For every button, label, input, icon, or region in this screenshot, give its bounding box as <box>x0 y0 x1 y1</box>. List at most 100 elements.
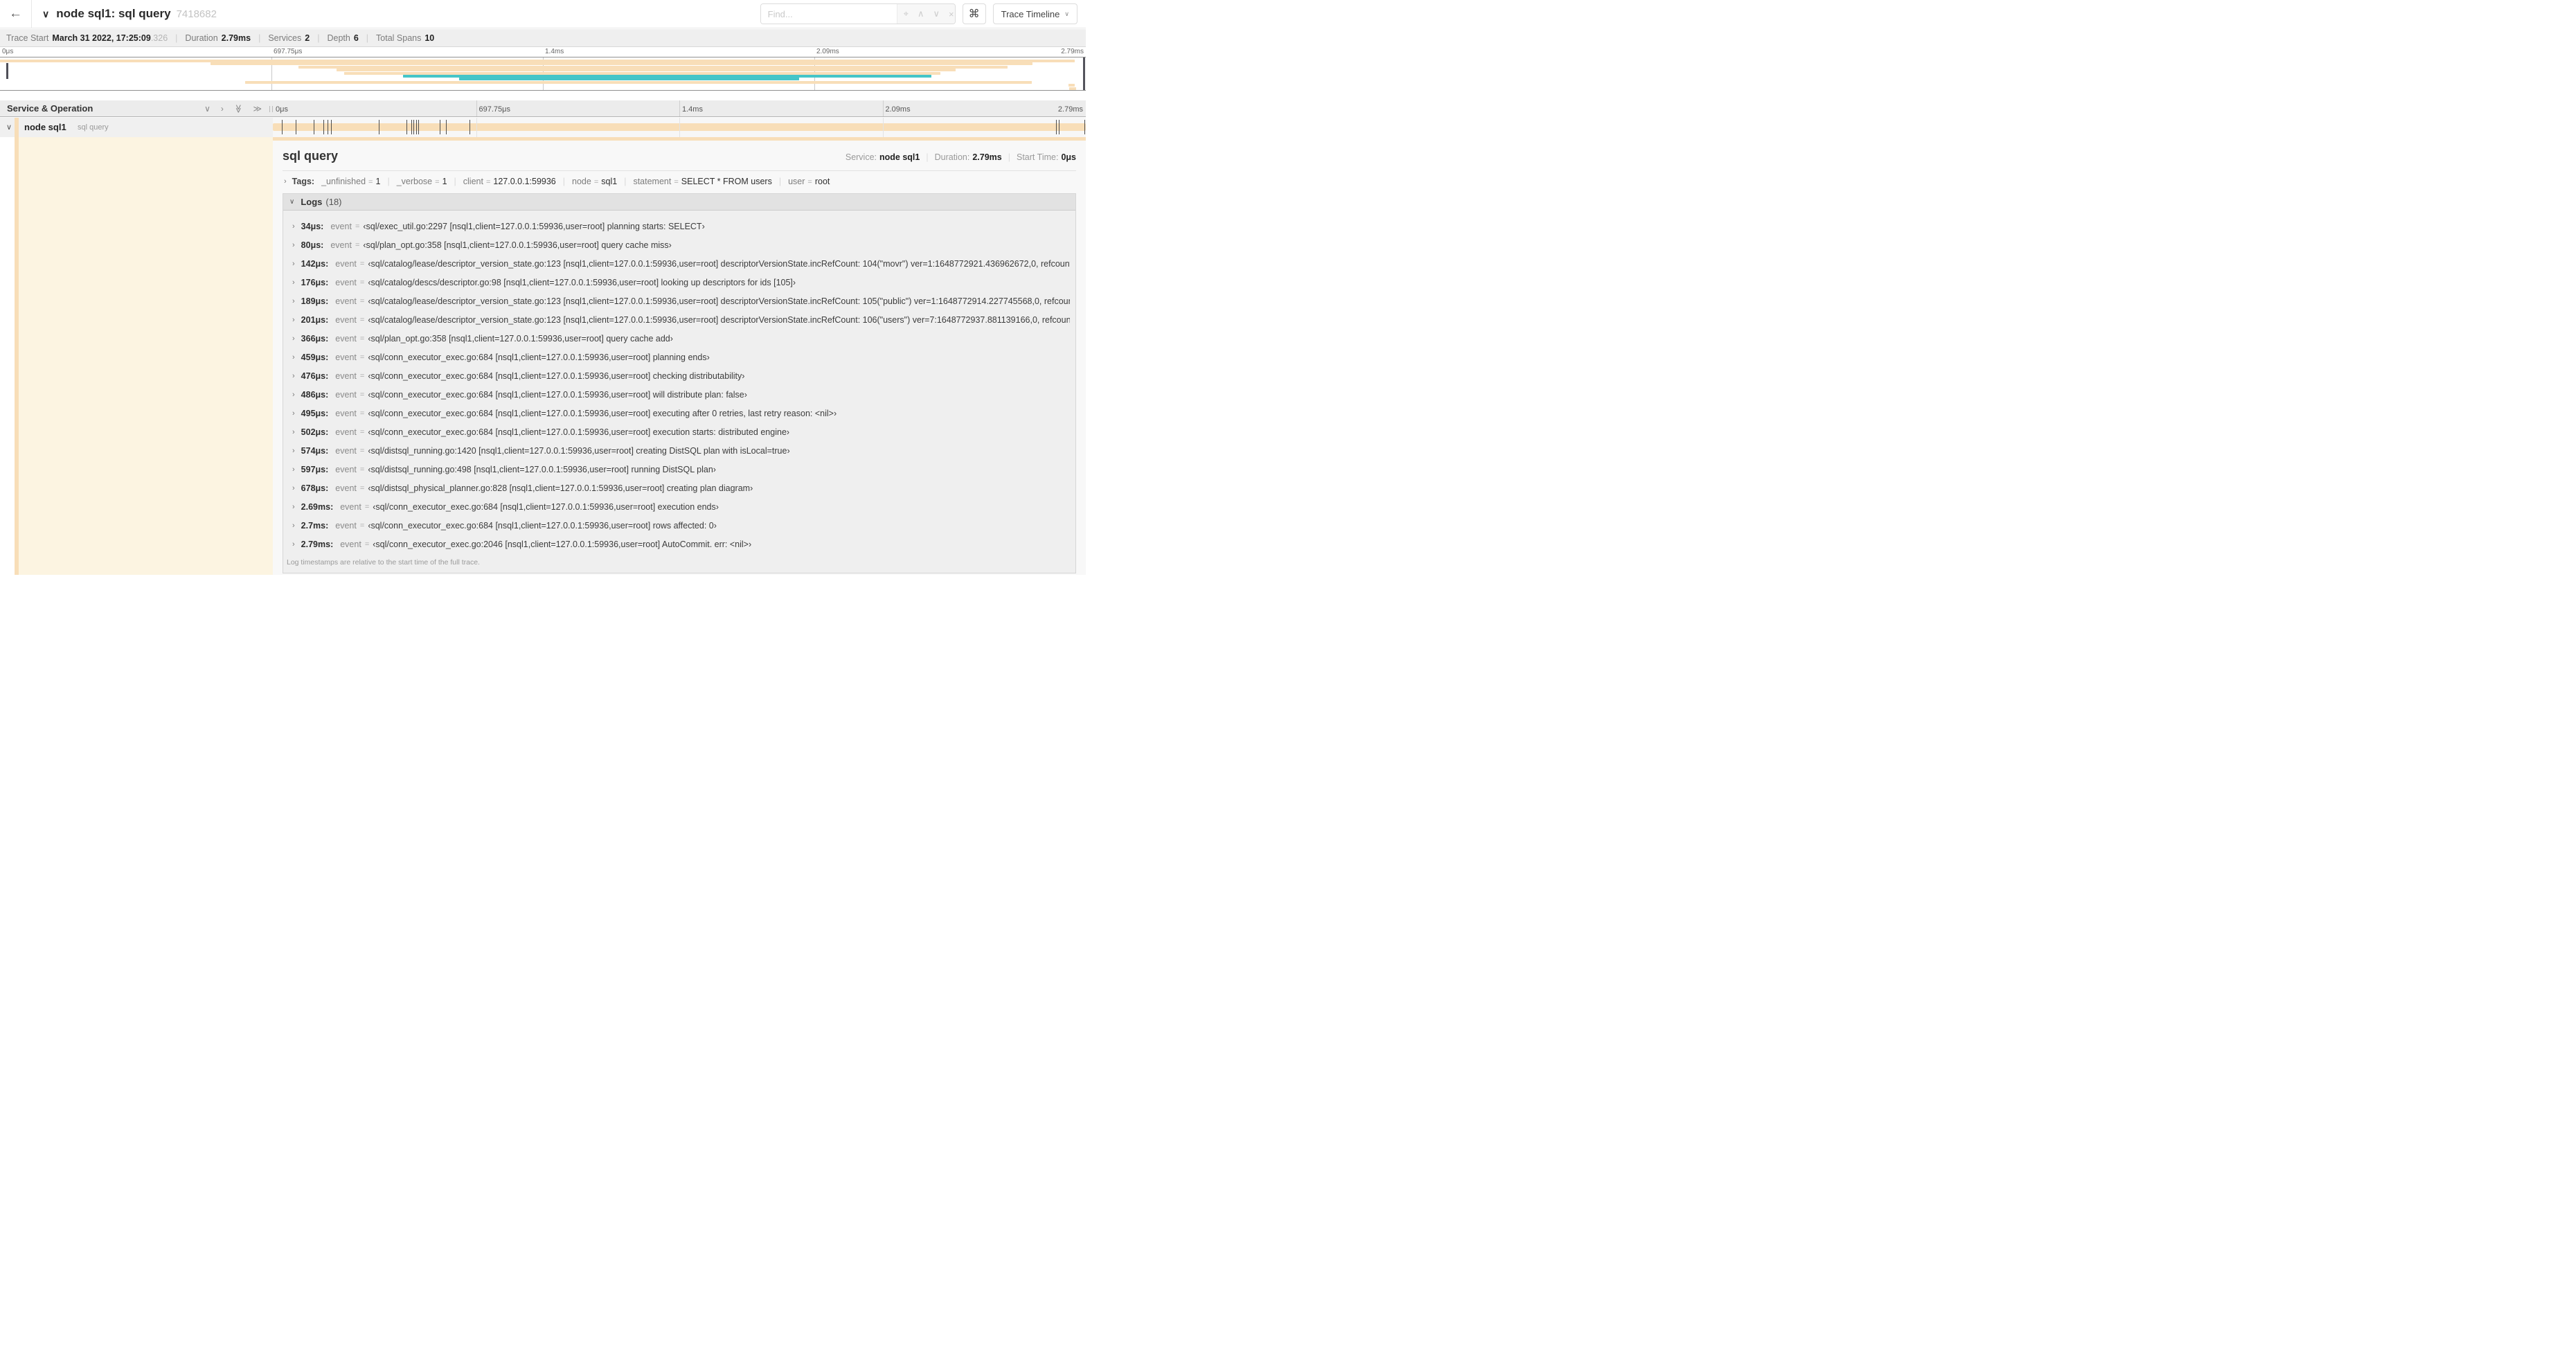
focus-target-icon[interactable]: ⌖ <box>904 8 909 19</box>
log-field-key: event <box>340 539 361 549</box>
log-row[interactable]: › 201μs: event = ‹sql/catalog/lease/descript… <box>289 310 1070 329</box>
log-expand-icon[interactable]: › <box>292 409 295 418</box>
log-marker <box>330 120 332 134</box>
log-expand-icon[interactable]: › <box>292 522 295 530</box>
log-row[interactable]: › 189μs: event = ‹sql/catalog/lease/descript… <box>289 292 1070 310</box>
log-marker <box>1084 120 1085 134</box>
log-row[interactable]: › 476μs: event = ‹sql/conn_executor_exec.go:… <box>289 366 1070 385</box>
ruler-tick-label: 2.09ms <box>885 105 911 114</box>
find-next-icon[interactable]: ∨ <box>933 8 940 19</box>
log-row[interactable]: › 2.79ms: event = ‹sql/conn_executor_exec.go… <box>289 535 1070 553</box>
equals-sign: = <box>359 353 365 362</box>
detail-meta-value: 0μs <box>1061 152 1076 162</box>
equals-sign: = <box>359 296 365 305</box>
clear-find-icon[interactable]: × <box>949 9 954 19</box>
tags-row[interactable]: › Tags: _unfinished = 1 | _verbose = 1 | client =… <box>283 177 1076 186</box>
equals-sign: = <box>355 222 360 231</box>
log-expand-icon[interactable]: › <box>292 353 295 362</box>
log-row[interactable]: › 176μs: event = ‹sql/catalog/descs/descript… <box>289 273 1070 292</box>
log-row[interactable]: › 2.7ms: event = ‹sql/conn_executor_exec.go:… <box>289 516 1070 535</box>
back-button[interactable]: ← <box>0 0 32 28</box>
log-row[interactable]: › 80μs: event = ‹sql/plan_opt.go:358 [nsql1,… <box>289 235 1070 254</box>
detail-divider <box>283 170 1076 171</box>
span-collapse-icon[interactable]: ∨ <box>6 123 12 132</box>
span-row-track[interactable] <box>273 118 1086 137</box>
log-expand-icon[interactable]: › <box>292 260 295 268</box>
log-marker <box>1055 120 1057 134</box>
log-row[interactable]: › 366μs: event = ‹sql/plan_opt.go:358 [nsql1… <box>289 329 1070 348</box>
log-timestamp: 476μs: <box>301 371 329 381</box>
log-row[interactable]: › 574μs: event = ‹sql/distsql_running.go:142… <box>289 441 1070 460</box>
log-timestamp: 459μs: <box>301 352 329 362</box>
log-field-value: ‹sql/catalog/descs/descriptor.go:98 [nsq… <box>368 277 796 287</box>
ruler-gridline <box>476 100 477 116</box>
page-title: node sql1: sql query <box>56 7 171 20</box>
log-timestamp: 2.7ms: <box>301 520 329 531</box>
view-selector-button[interactable]: Trace Timeline ∨ <box>992 3 1077 24</box>
divider: | <box>454 177 456 186</box>
log-expand-icon[interactable]: › <box>292 222 295 231</box>
log-row[interactable]: › 678μs: event = ‹sql/distsql_physical_plann… <box>289 479 1070 497</box>
log-row[interactable]: › 486μs: event = ‹sql/conn_executor_exec.go:… <box>289 385 1070 404</box>
logs-header[interactable]: ∨ Logs (18) <box>283 194 1075 211</box>
divider: | <box>778 177 782 186</box>
log-expand-icon[interactable]: › <box>292 391 295 399</box>
log-expand-icon[interactable]: › <box>292 484 295 492</box>
log-expand-icon[interactable]: › <box>292 278 295 287</box>
log-row[interactable]: › 597μs: event = ‹sql/distsql_running.go:498… <box>289 460 1070 479</box>
log-expand-icon[interactable]: › <box>292 465 295 474</box>
log-field-value: ‹sql/plan_opt.go:358 [nsql1,client=127.0… <box>363 240 672 250</box>
expand-one-icon[interactable]: › <box>221 104 224 114</box>
log-expand-icon[interactable]: › <box>292 316 295 324</box>
tags-expand-icon[interactable]: › <box>284 177 287 186</box>
equals-sign: = <box>359 427 365 436</box>
log-timestamp: 2.69ms: <box>301 501 334 512</box>
log-expand-icon[interactable]: › <box>292 372 295 380</box>
ruler-gridline <box>679 100 680 116</box>
log-row[interactable]: › 459μs: event = ‹sql/conn_executor_exec.go:… <box>289 348 1070 366</box>
log-field-key: event <box>335 520 357 531</box>
equals-sign: = <box>359 483 365 492</box>
expand-all-icon[interactable]: ≫ <box>253 104 262 114</box>
collapse-all-icon[interactable]: ≫ <box>233 104 243 113</box>
logs-collapse-icon[interactable]: ∨ <box>289 198 294 206</box>
equals-sign: = <box>359 465 365 474</box>
timeline-column-header: Service & Operation ∨ › ≫ ≫ 0μs 697.75μs 1… <box>0 100 1086 117</box>
log-row[interactable]: › 142μs: event = ‹sql/catalog/lease/descript… <box>289 254 1070 273</box>
minimap-canvas[interactable] <box>0 57 1086 91</box>
log-marker <box>406 120 407 134</box>
collapse-one-icon[interactable]: ∨ <box>204 104 211 114</box>
detail-meta-item: Start Time: 0μs <box>1017 152 1076 162</box>
log-field-value: ‹sql/conn_executor_exec.go:684 [nsql1,cl… <box>368 427 790 437</box>
minimap-left-scrubber[interactable] <box>6 63 8 79</box>
collapse-trace-header-icon[interactable]: ∨ <box>42 8 49 20</box>
find-prev-icon[interactable]: ∧ <box>918 8 924 19</box>
find-input[interactable] <box>760 4 897 24</box>
minimap-span <box>211 62 1033 66</box>
log-expand-icon[interactable]: › <box>292 335 295 343</box>
divider: | <box>624 177 627 186</box>
log-field-key: event <box>335 464 357 474</box>
log-expand-icon[interactable]: › <box>292 297 295 305</box>
log-expand-icon[interactable]: › <box>292 540 295 549</box>
span-detail-panel: sql query Service: node sql1 | Duration: 2.7… <box>273 137 1086 575</box>
span-row-name-column[interactable]: ∨ node sql1 sql query <box>0 118 273 137</box>
log-timestamp: 2.79ms: <box>301 539 334 549</box>
log-expand-icon[interactable]: › <box>292 447 295 455</box>
log-expand-icon[interactable]: › <box>292 503 295 511</box>
minimap-right-scrubber[interactable] <box>1083 57 1085 90</box>
log-expand-icon[interactable]: › <box>292 428 295 436</box>
log-marker <box>446 120 447 134</box>
keyboard-shortcuts-button[interactable]: ⌘ <box>962 3 986 24</box>
log-row[interactable]: › 502μs: event = ‹sql/conn_executor_exec.go:… <box>289 422 1070 441</box>
log-row[interactable]: › 34μs: event = ‹sql/exec_util.go:2297 [nsql… <box>289 217 1070 235</box>
log-field-key: event <box>335 333 357 344</box>
detail-operation-title: sql query <box>283 149 339 163</box>
detail-span-tint <box>19 137 273 575</box>
log-row[interactable]: › 2.69ms: event = ‹sql/conn_executor_exec.go… <box>289 497 1070 516</box>
span-row[interactable]: ∨ node sql1 sql query <box>0 118 1086 137</box>
log-row[interactable]: › 495μs: event = ‹sql/conn_executor_exec.go:… <box>289 404 1070 422</box>
trace-info-label: Total Spans <box>376 33 422 43</box>
equals-sign: = <box>359 278 365 287</box>
log-expand-icon[interactable]: › <box>292 241 295 249</box>
